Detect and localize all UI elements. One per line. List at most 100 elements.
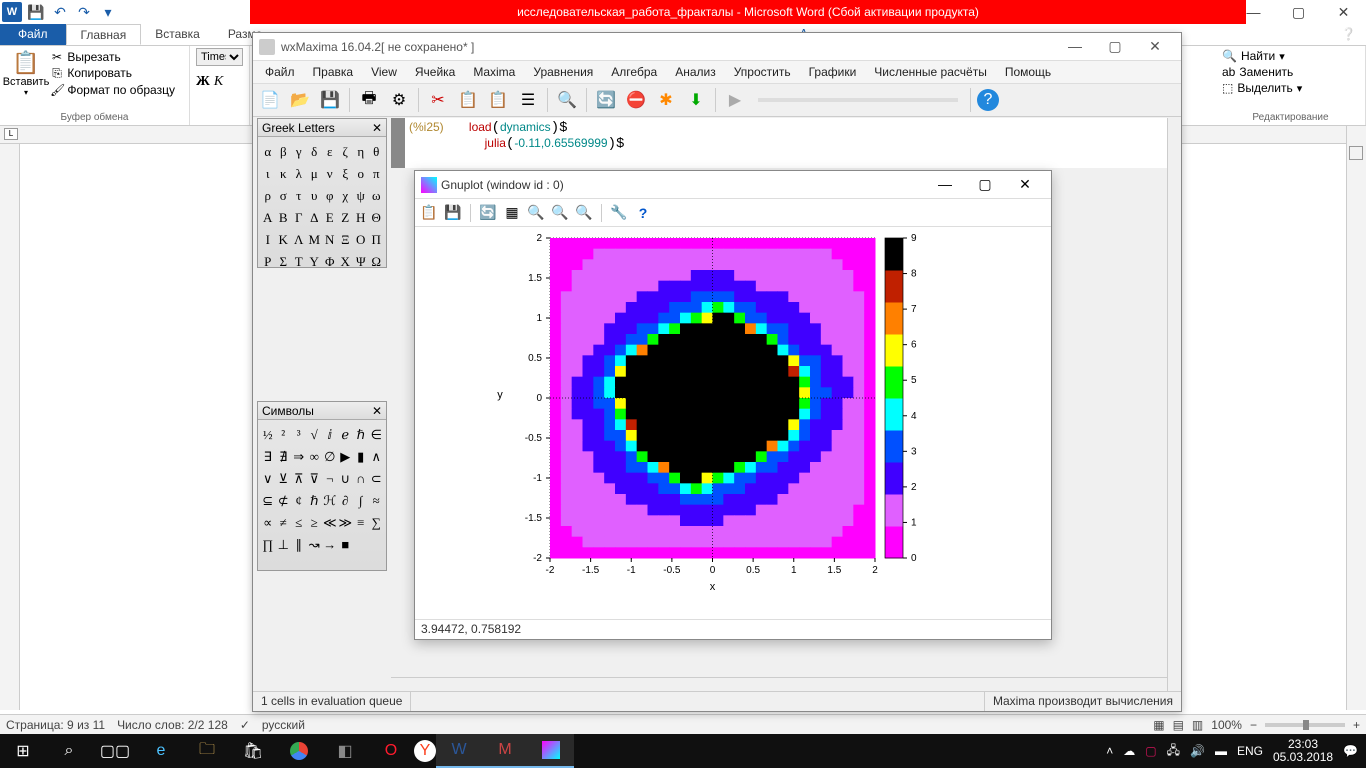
cut-button[interactable]: ✂ Вырезать [50, 50, 175, 64]
grid-icon[interactable]: ▦ [502, 203, 522, 223]
zoom-next-icon[interactable]: 🔍 [550, 203, 570, 223]
taskbar-clock[interactable]: 23:03 05.03.2018 [1273, 738, 1333, 764]
greek-letter[interactable]: Φ [322, 251, 338, 273]
spellcheck-icon[interactable]: ✓ [240, 718, 250, 732]
greek-letter[interactable]: ε [322, 141, 338, 163]
symbol[interactable]: ∈ [369, 424, 385, 446]
menu-помощь[interactable]: Помощь [997, 63, 1059, 81]
symbol[interactable]: ⊼ [291, 468, 307, 490]
greek-letter[interactable]: ζ [338, 141, 354, 163]
greek-letter[interactable]: ψ [353, 185, 369, 207]
autoscale-icon[interactable]: 🔍 [574, 203, 594, 223]
replot-icon[interactable]: 🔄 [478, 203, 498, 223]
greek-letter[interactable]: θ [369, 141, 385, 163]
symbol[interactable]: ∧ [369, 446, 385, 468]
symbol[interactable]: ⅈ [322, 424, 338, 446]
menu-файл[interactable]: Файл [257, 63, 303, 81]
maximize-icon[interactable]: ▢ [965, 176, 1005, 193]
symbol[interactable]: ℋ [322, 490, 338, 512]
greek-letter[interactable]: σ [276, 185, 292, 207]
open-icon[interactable]: 📂 [287, 87, 313, 113]
italic-button[interactable]: К [214, 74, 223, 90]
symbol[interactable]: ⊄ [276, 490, 292, 512]
new-icon[interactable]: 📄 [257, 87, 283, 113]
greek-letter[interactable]: υ [307, 185, 323, 207]
symbol[interactable]: ⊽ [307, 468, 323, 490]
task-view-icon[interactable]: ▢▢ [92, 734, 138, 768]
redo-icon[interactable]: ↷ [74, 2, 94, 22]
save-icon[interactable]: 💾 [26, 2, 46, 22]
greek-letter[interactable]: Α [260, 207, 276, 229]
menu-анализ[interactable]: Анализ [667, 63, 724, 81]
greek-letter[interactable]: Π [369, 229, 385, 251]
close-icon[interactable]: ✕ [1135, 38, 1175, 55]
symbol[interactable]: ½ [260, 424, 276, 446]
symbol[interactable]: ∥ [291, 534, 307, 556]
gnuplot-plot-area[interactable]: -2-1.5-1-0.500.511.52-2-1.5-1-0.500.511.… [415, 227, 1051, 619]
zoom-in-icon[interactable]: + [1353, 718, 1360, 732]
page-count[interactable]: Страница: 9 из 11 [6, 718, 105, 732]
help-icon[interactable]: ? [633, 203, 653, 223]
greek-letter[interactable]: δ [307, 141, 323, 163]
greek-letter[interactable]: β [276, 141, 292, 163]
maximize-icon[interactable]: ▢ [1095, 38, 1135, 55]
greek-letter[interactable]: φ [322, 185, 338, 207]
paste-icon[interactable]: 📋 [485, 87, 511, 113]
volume-icon[interactable]: 🔊 [1190, 744, 1205, 758]
find-icon[interactable]: 🔍 [554, 87, 580, 113]
maxima-taskbar-icon[interactable]: M [482, 734, 528, 768]
greek-letter[interactable]: Σ [276, 251, 292, 273]
symbol[interactable]: √ [307, 424, 323, 446]
tray-chevron-icon[interactable]: ˄ [1106, 744, 1113, 758]
edge-icon[interactable]: e [138, 734, 184, 768]
font-name-select[interactable]: Times New [196, 48, 243, 66]
greek-letter[interactable]: ρ [260, 185, 276, 207]
symbol[interactable]: ∝ [260, 512, 276, 534]
print-icon[interactable]: 🖶 [356, 87, 382, 113]
greek-letter[interactable]: Υ [307, 251, 323, 273]
greek-letter[interactable]: Ξ [338, 229, 354, 251]
network-icon[interactable]: 🖧 [1167, 741, 1180, 762]
greek-letter[interactable]: Θ [369, 207, 385, 229]
greek-letter[interactable]: γ [291, 141, 307, 163]
search-icon[interactable]: ⌕ [46, 734, 92, 768]
greek-letter[interactable]: Τ [291, 251, 307, 273]
gnuplot-titlebar[interactable]: Gnuplot (window id : 0) — ▢ ✕ [415, 171, 1051, 199]
menu-view[interactable]: View [363, 63, 405, 81]
symbol[interactable]: ■ [338, 534, 354, 556]
minimize-icon[interactable]: — [1231, 0, 1276, 24]
qat-dropdown-icon[interactable]: ▾ [98, 2, 118, 22]
save-icon[interactable]: 💾 [317, 87, 343, 113]
language-indicator[interactable]: русский [262, 718, 305, 732]
replace-button[interactable]: abЗаменить [1222, 64, 1359, 80]
maxima-hscrollbar[interactable] [391, 677, 1167, 691]
find-button[interactable]: 🔍Найти ▾ [1222, 48, 1359, 64]
greek-letter[interactable]: τ [291, 185, 307, 207]
greek-letter[interactable]: ω [369, 185, 385, 207]
greek-letter[interactable]: Ν [322, 229, 338, 251]
onedrive-icon[interactable]: ☁ [1123, 744, 1135, 758]
greek-letter[interactable]: Μ [307, 229, 323, 251]
close-icon[interactable]: ✕ [1005, 176, 1045, 193]
maxima-vscrollbar[interactable] [1167, 118, 1181, 691]
minimize-icon[interactable]: — [1055, 38, 1095, 55]
word-count[interactable]: Число слов: 2/2 128 [117, 718, 228, 732]
zoom-out-icon[interactable]: − [1250, 718, 1257, 732]
symbol[interactable]: ∞ [307, 446, 323, 468]
symbol[interactable]: ⇒ [291, 446, 307, 468]
symbol[interactable]: ℏ [307, 490, 323, 512]
copy-icon[interactable]: 📋 [455, 87, 481, 113]
select-button[interactable]: ⬚Выделить ▾ [1222, 80, 1359, 96]
greek-letter[interactable]: Ζ [338, 207, 354, 229]
tab-file[interactable]: Файл [0, 24, 66, 45]
tab-home[interactable]: Главная [66, 24, 142, 45]
symbol[interactable]: ∑ [369, 512, 385, 534]
symbol[interactable]: ∩ [353, 468, 369, 490]
greek-letter[interactable]: π [369, 163, 385, 185]
greek-letter[interactable]: Ω [369, 251, 385, 273]
bold-button[interactable]: Ж [196, 74, 210, 90]
symbol[interactable]: ⊆ [260, 490, 276, 512]
anim-slider[interactable] [758, 98, 958, 102]
symbol[interactable]: ℏ [353, 424, 369, 446]
symbol[interactable]: ∅ [322, 446, 338, 468]
